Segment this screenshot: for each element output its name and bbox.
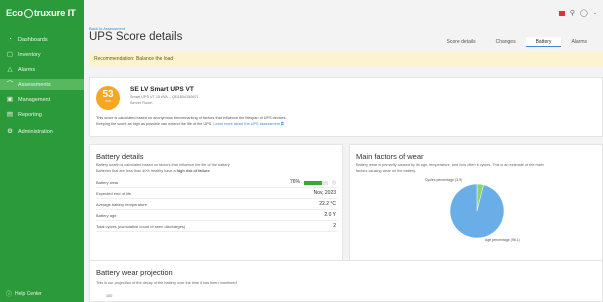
pie-slice-1[interactable] (449, 183, 505, 239)
tab-alarms[interactable]: Alarms (561, 37, 597, 47)
chevron-down-icon[interactable]: ⌄ (593, 10, 597, 16)
battery-wear-bar (304, 181, 328, 185)
sidebar-item-assessments[interactable]: ⌒ Assessments (0, 79, 84, 90)
battery-note-1: Battery health is calculated based on fa… (96, 163, 231, 167)
sidebar: Eco truxure IT ◔ Dashboards ▢ Inventory … (0, 0, 84, 302)
sidebar-item-inventory[interactable]: ▢ Inventory (0, 49, 84, 60)
battery-wear-value: 76% (289, 179, 300, 185)
row-label: Battery age (96, 213, 117, 218)
score-scale: /100 (105, 99, 111, 103)
row-label: Expected end of life (96, 191, 132, 196)
battery-note-2-prefix: Batteries that are less than 40% healthy… (96, 169, 177, 173)
battery-row-eol: Expected end of life Nov, 2023 (96, 190, 338, 199)
ups-model: Smart UPS VT 15 kVA – QD1804150671 (130, 95, 199, 99)
score-description: This score is calculated based on anonym… (96, 116, 287, 120)
recommendation-banner: Recommendation: Balance the load (89, 52, 603, 66)
pie-label-age: Age percentage (96.1) (485, 238, 520, 242)
score-badge: 53 /100 (96, 86, 120, 110)
sidebar-item-label: Administration (18, 128, 53, 135)
sidebar-nav: ◔ Dashboards ▢ Inventory △ Alarms ⌒ Asse… (0, 34, 84, 137)
management-icon: ▣ (6, 96, 14, 103)
battery-note-2-bold: high risk of failure. (176, 169, 211, 173)
logo-text-right: truxure IT (33, 7, 76, 19)
row-value: 2 (333, 223, 336, 229)
search-icon[interactable]: ⚲ (570, 9, 575, 17)
ups-name: SE LV Smart UPS VT (130, 86, 194, 93)
projection-title: Battery wear projection (96, 268, 173, 277)
logo-swirl-icon (23, 8, 33, 18)
row-label: Average battery temperature (96, 202, 147, 207)
sidebar-item-label: Management (18, 96, 51, 103)
learn-more-link[interactable]: Learn more about the UPS assessment (213, 122, 279, 126)
help-center-label: Help Center (15, 290, 42, 297)
row-label: Total cycles (cumulative count of seen d… (96, 224, 186, 229)
admin-icon: ⚙ (7, 128, 13, 135)
score-description-text: Keeping the score as high as possible ca… (96, 122, 213, 126)
assessment-icon: ⌒ (6, 81, 14, 88)
help-center-link[interactable]: ⓘ Help Center (6, 289, 42, 299)
ups-summary-card: 53 /100 SE LV Smart UPS VT Smart UPS VT … (89, 77, 603, 137)
row-label: Battery wear (96, 180, 119, 185)
projection-y-tick: 100 (106, 294, 113, 298)
sidebar-item-administration[interactable]: ⚙ Administration (0, 126, 84, 137)
battery-row-temp: Average battery temperature 22.2 °C (96, 201, 338, 210)
sidebar-item-management[interactable]: ▣ Management (0, 94, 84, 105)
sidebar-item-dashboards[interactable]: ◔ Dashboards (0, 34, 84, 45)
battery-wear-fill (304, 181, 323, 185)
dashboard-icon: ◔ (8, 36, 12, 43)
notification-flag-icon[interactable] (558, 10, 565, 16)
external-link-icon[interactable]: ⧉ (281, 122, 284, 126)
alarm-icon: △ (7, 66, 13, 73)
tab-bar: Score details Changes Battery Alarms (437, 37, 597, 47)
battery-details-title: Battery details (96, 152, 144, 161)
reporting-icon: ▤ (6, 111, 14, 118)
app-logo[interactable]: Eco truxure IT (0, 0, 84, 26)
battery-row-cycles: Total cycles (cumulative count of seen d… (96, 223, 338, 232)
sidebar-item-label: Assessments (18, 81, 51, 88)
sidebar-item-reporting[interactable]: ▤ Reporting (0, 109, 84, 120)
help-icon: ⓘ (6, 292, 13, 298)
battery-details-card: Battery details Battery health is calcul… (89, 144, 343, 264)
tab-changes[interactable]: Changes (486, 37, 526, 47)
tab-battery[interactable]: Battery (525, 37, 562, 47)
sidebar-item-label: Reporting (18, 111, 42, 118)
logo-text-left: Eco (6, 7, 23, 19)
sidebar-item-label: Alarms (18, 66, 36, 73)
row-value: Nov, 2023 (313, 190, 336, 196)
sidebar-item-alarms[interactable]: △ Alarms (0, 64, 84, 75)
sidebar-item-label: Dashboards (18, 36, 48, 43)
row-value: 2.0 Y (324, 212, 336, 218)
user-icon[interactable]: ◯ (580, 9, 588, 17)
inventory-icon: ▢ (6, 51, 14, 58)
wear-factors-card: Main factors of wear Battery wear is pri… (349, 144, 603, 264)
projection-note: This is our projection of the decay of t… (96, 281, 237, 285)
pie-label-cycles: Cycles percentage (3.9) (425, 178, 463, 182)
row-value: 22.2 °C (319, 201, 336, 207)
tab-score-details[interactable]: Score details (437, 37, 486, 47)
score-description-2: Keeping the score as high as possible ca… (96, 122, 284, 126)
ups-location: Server Room (130, 101, 153, 105)
sidebar-item-label: Inventory (18, 51, 41, 58)
battery-note-2: Batteries that are less than 40% healthy… (96, 169, 336, 173)
battery-row-age: Battery age 2.0 Y (96, 212, 338, 221)
info-icon[interactable]: ⓘ (332, 180, 336, 186)
top-toolbar: ⚲ ◯ ⌄ (558, 9, 597, 17)
wear-projection-card: Battery wear projection This is our proj… (89, 260, 603, 302)
page-title: UPS Score details (89, 31, 183, 43)
battery-row-wear: Battery wear 76% ⓘ (96, 179, 338, 188)
wear-pie-chart (449, 183, 505, 239)
